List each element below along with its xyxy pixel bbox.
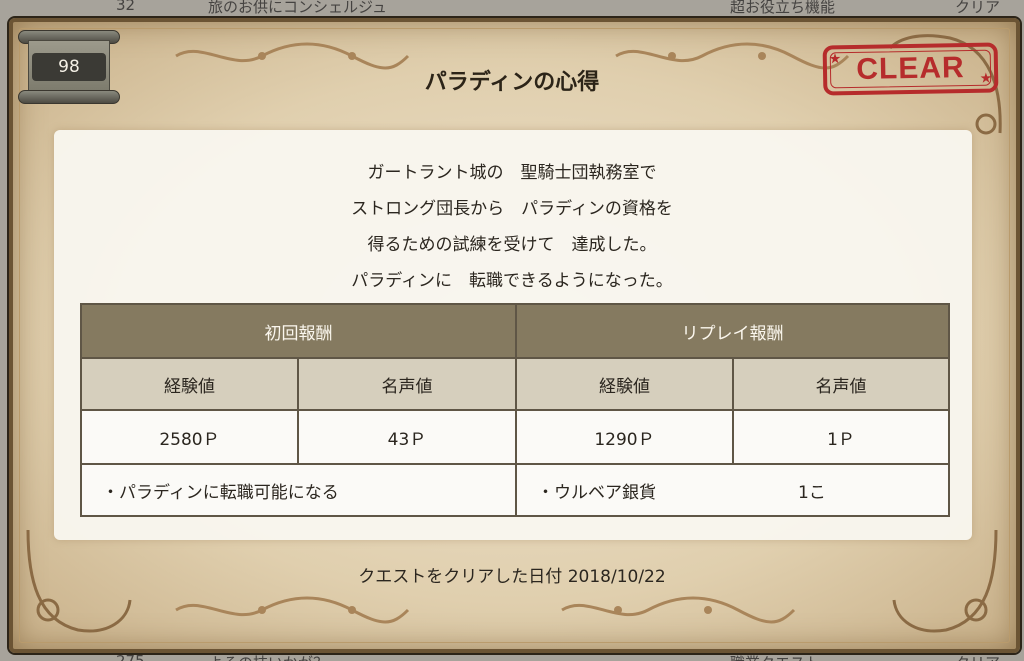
quest-number-scroll: 98 <box>18 30 120 104</box>
first-exp-value: 2580Ｐ <box>159 429 220 450</box>
first-reward-header: 初回報酬 <box>82 305 515 357</box>
quest-description-line: 得るための試練を受けて 達成した。 <box>367 235 657 255</box>
replay-exp-label: 経験値 <box>517 359 732 409</box>
replay-fame-label: 名声値 <box>734 359 948 409</box>
first-reward-item: ・パラディンに転職可能になる <box>102 482 339 503</box>
quest-description-line: ガートラント城の 聖騎士団執務室で <box>367 163 657 183</box>
quest-number-label: 98 <box>32 53 106 81</box>
quest-title: パラディンの心得 <box>424 70 600 95</box>
table-divider <box>515 305 517 515</box>
quest-description-line: ストロング団長から パラディンの資格を <box>351 199 673 219</box>
first-fame-value: 43Ｐ <box>387 429 427 450</box>
replay-reward-item-count: 1こ <box>798 482 826 503</box>
bottom-left-ornament <box>172 592 412 628</box>
replay-reward-item: ・ウルベア銀貨 <box>537 482 656 503</box>
scroll-roll-bottom <box>18 90 120 104</box>
replay-exp-value: 1290Ｐ <box>594 429 655 450</box>
star-icon: ★ <box>979 70 993 87</box>
cleared-date: クエストをクリアした日付 2018/10/22 <box>358 567 666 587</box>
first-exp-label: 経験値 <box>82 359 297 409</box>
table-divider <box>732 357 734 463</box>
bottom-right-ornament <box>558 592 798 628</box>
table-divider <box>297 357 299 463</box>
clear-stamp-text: CLEAR <box>856 51 965 86</box>
replay-reward-header: リプレイ報酬 <box>517 305 948 357</box>
clear-stamp: ★ CLEAR ★ <box>822 42 999 96</box>
replay-fame-value: 1Ｐ <box>827 429 855 450</box>
reward-table: 初回報酬 リプレイ報酬 経験値 名声値 経験値 名声値 2580Ｐ 43Ｐ 12… <box>80 303 950 517</box>
first-fame-label: 名声値 <box>299 359 515 409</box>
star-icon: ★ <box>828 51 842 68</box>
quest-description-line: パラディンに 転職できるようになった。 <box>351 271 673 291</box>
